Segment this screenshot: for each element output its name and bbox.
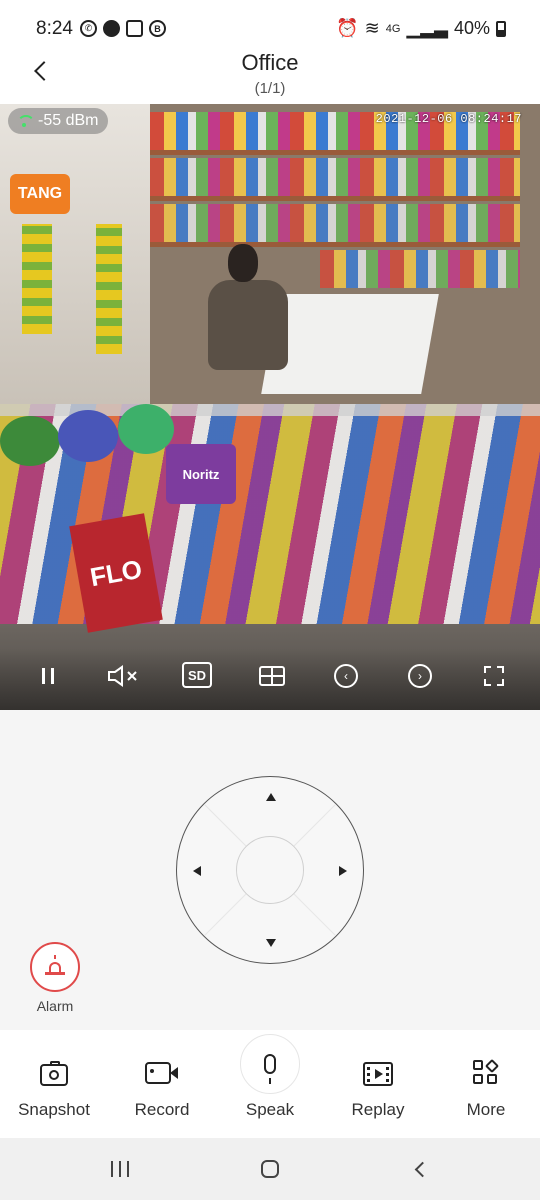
cell-signal-icon: ▁▂▃: [406, 18, 448, 38]
pan-down-button[interactable]: [266, 939, 276, 947]
pan-left-button[interactable]: [193, 866, 201, 876]
chevron-right-icon: ›: [408, 664, 432, 688]
noritz-pack: Noritz: [166, 444, 236, 504]
status-right: ⏰ ≋ 4G ▁▂▃ 40%: [336, 18, 506, 39]
snapshot-button[interactable]: Snapshot: [0, 1030, 108, 1138]
battery-icon: [496, 20, 506, 37]
more-button[interactable]: More: [432, 1030, 540, 1138]
alarm-button[interactable]: Alarm: [28, 942, 82, 1014]
camera-scene: TANG Noritz FLO: [0, 104, 540, 710]
mute-button[interactable]: [104, 660, 144, 692]
chevron-left-icon: ‹: [334, 664, 358, 688]
gallery-icon: [126, 20, 143, 37]
ptz-control-area: Alarm: [0, 710, 540, 1030]
alarm-label: Alarm: [36, 998, 74, 1014]
signal-strength: -55 dBm: [8, 108, 109, 134]
wifi-icon: [16, 115, 35, 127]
video-camera-icon: [145, 1062, 179, 1084]
bottom-toolbar: Snapshot Record Speak Replay More: [0, 1030, 540, 1138]
page-subtitle: (1/1): [254, 80, 286, 97]
snapshot-label: Snapshot: [18, 1100, 90, 1119]
signal-value: -55 dBm: [38, 112, 99, 129]
microphone-icon: [264, 1054, 276, 1084]
record-button[interactable]: Record: [108, 1030, 216, 1138]
snapchat-icon: [103, 20, 120, 37]
replay-label: Replay: [351, 1100, 405, 1119]
alarm-clock-icon: ⏰: [336, 18, 359, 38]
film-play-icon: [363, 1062, 393, 1086]
recents-button[interactable]: [100, 1154, 140, 1184]
siren-icon: [44, 955, 66, 976]
pan-right-button[interactable]: [339, 866, 347, 876]
system-nav-bar: [0, 1138, 540, 1200]
grid-icon: [259, 666, 285, 686]
next-camera-button[interactable]: ›: [404, 660, 436, 692]
camera-icon: [40, 1061, 68, 1086]
more-label: More: [466, 1100, 506, 1119]
system-back-button[interactable]: [400, 1154, 440, 1184]
whatsapp-business-icon: B: [149, 20, 166, 37]
status-time: 8:24: [36, 18, 73, 39]
apps-grid-icon: [473, 1058, 500, 1086]
page-title: Office: [241, 50, 299, 75]
wifi-status-icon: ≋: [364, 18, 380, 38]
ptz-joystick[interactable]: [176, 776, 364, 964]
pan-up-button[interactable]: [266, 793, 276, 801]
notification-icons: ✆ B: [80, 20, 166, 37]
fullscreen-icon: [484, 666, 504, 686]
fullscreen-button[interactable]: [478, 660, 510, 692]
speaker-muted-icon: [108, 665, 137, 687]
joystick-center[interactable]: [236, 836, 304, 904]
home-button[interactable]: [250, 1154, 290, 1184]
video-timestamp: 2021-12-06 08:24:17: [375, 112, 522, 126]
home-icon: [261, 1160, 279, 1178]
network-type: 4G: [385, 22, 401, 35]
split-view-button[interactable]: [256, 660, 288, 692]
tang-box: TANG: [10, 174, 70, 214]
video-controls: SD ‹ ›: [0, 648, 540, 710]
quality-toggle[interactable]: SD: [182, 662, 212, 688]
record-label: Record: [134, 1100, 190, 1119]
header: Office (1/1): [0, 42, 540, 104]
replay-button[interactable]: Replay: [324, 1030, 432, 1138]
speak-label: Speak: [245, 1100, 295, 1119]
chevron-left-icon: [414, 1161, 430, 1177]
speak-button[interactable]: Speak: [216, 1030, 324, 1138]
battery-percent: 40%: [453, 18, 490, 38]
live-video-feed[interactable]: TANG Noritz FLO -55 dBm 2021-12-06 08:24…: [0, 104, 540, 710]
previous-camera-button[interactable]: ‹: [330, 660, 362, 692]
pause-button[interactable]: [32, 660, 64, 692]
whatsapp-icon: ✆: [80, 20, 97, 37]
person: [200, 244, 310, 374]
